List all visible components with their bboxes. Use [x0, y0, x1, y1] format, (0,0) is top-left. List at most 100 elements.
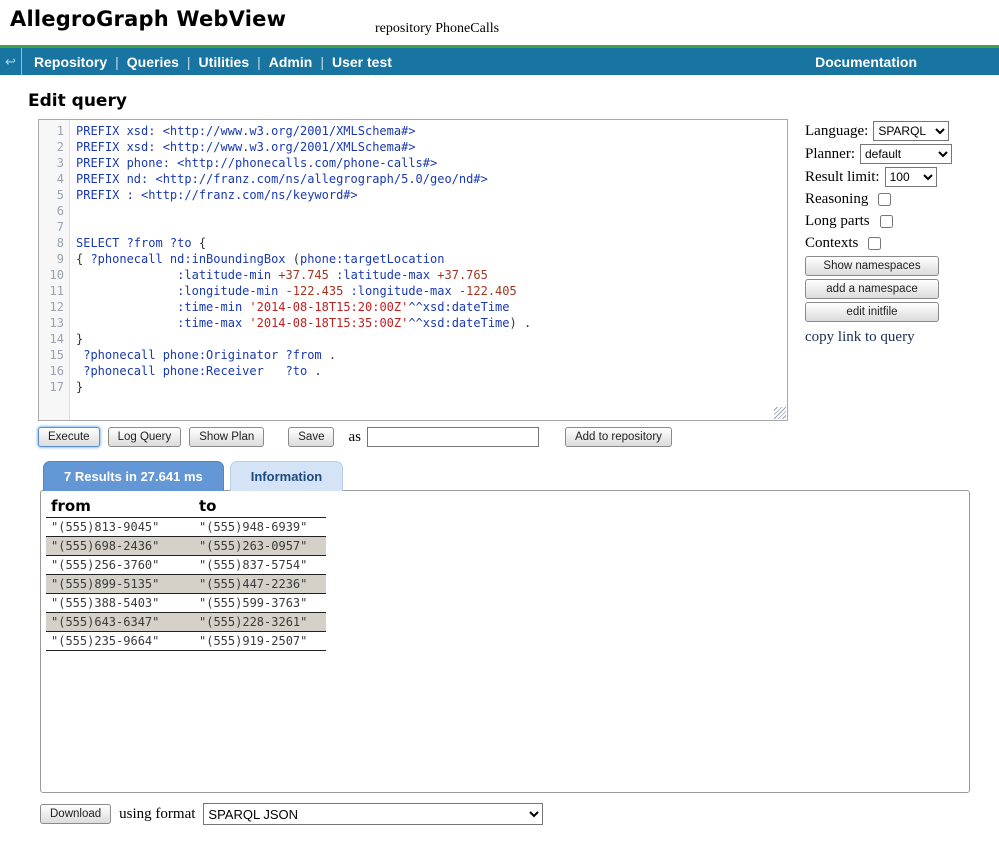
code-line: [76, 219, 787, 235]
query-actions: Execute Log Query Show Plan Save as Add …: [38, 427, 999, 447]
result-cell: "(555)643-6347": [46, 613, 194, 632]
column-header-from: from: [46, 496, 194, 518]
code-line: PREFIX : <http://franz.com/ns/keyword#>: [76, 187, 787, 203]
result-cell: "(555)813-9045": [46, 518, 194, 537]
line-number: 12: [39, 299, 64, 315]
line-number: 17: [39, 379, 64, 395]
query-workspace: 1234567891011121314151617 PREFIX xsd: <h…: [38, 119, 999, 421]
result-cell: "(555)899-5135": [46, 575, 194, 594]
add-to-repository-button[interactable]: Add to repository: [565, 427, 672, 447]
editor-resize-handle[interactable]: [774, 407, 786, 419]
language-label: Language:: [805, 123, 868, 140]
line-number: 14: [39, 331, 64, 347]
line-number: 1: [39, 123, 64, 139]
line-number: 11: [39, 283, 64, 299]
code-token: ^^xsd:dateTime: [408, 300, 509, 314]
code-line: }: [76, 379, 787, 395]
code-token: }: [76, 332, 83, 346]
language-select[interactable]: SPARQL: [873, 121, 949, 141]
edit-initfile-button[interactable]: edit initfile: [805, 302, 939, 322]
line-number: 10: [39, 267, 64, 283]
checkbox-long-parts[interactable]: [880, 215, 893, 228]
nav-item-documentation[interactable]: Documentation: [807, 54, 925, 70]
nav-item-utilities[interactable]: Utilities: [191, 54, 258, 70]
execute-button[interactable]: Execute: [38, 427, 100, 447]
show-plan-button[interactable]: Show Plan: [189, 427, 264, 447]
code-token: -122.405: [459, 284, 517, 298]
result-cell: "(555)256-3760": [46, 556, 194, 575]
nav-item-admin[interactable]: Admin: [261, 54, 321, 70]
results-table: fromto "(555)813-9045""(555)948-6939""(5…: [46, 496, 326, 651]
main-nav: ↩ Repository|Queries|Utilities|Admin|Use…: [0, 48, 999, 75]
result-cell: "(555)228-3261": [194, 613, 326, 632]
checkbox-contexts[interactable]: [868, 237, 881, 250]
line-number: 16: [39, 363, 64, 379]
code-line: :time-min '2014-08-18T15:20:00Z'^^xsd:da…: [76, 299, 787, 315]
code-line: [76, 203, 787, 219]
planner-select[interactable]: default: [860, 144, 952, 164]
code-token: phone:targetLocation: [300, 252, 445, 266]
option-contexts: Contexts: [805, 234, 981, 253]
code-token: (: [293, 252, 300, 266]
result-row: "(555)698-2436""(555)263-0957": [46, 537, 326, 556]
code-token: :latitude-max: [329, 268, 437, 282]
download-button[interactable]: Download: [40, 804, 111, 824]
format-select[interactable]: SPARQL JSON: [203, 803, 543, 825]
result-row: "(555)813-9045""(555)948-6939": [46, 518, 326, 537]
repository-name: PhoneCalls: [435, 21, 499, 36]
code-token: +37.765: [437, 268, 488, 282]
nav-item-repository[interactable]: Repository: [26, 54, 115, 70]
result-cell: "(555)919-2507": [194, 632, 326, 651]
column-header-to: to: [194, 496, 326, 518]
tab-information[interactable]: Information: [230, 461, 344, 491]
results-header-row: fromto: [46, 496, 326, 518]
copy-link-to-query[interactable]: copy link to query: [805, 329, 981, 346]
save-as-label: as: [348, 429, 361, 446]
code-token: ) .: [510, 316, 532, 330]
code-token: ?phonecall phone:Originator ?from: [83, 348, 329, 362]
nav-item-queries[interactable]: Queries: [119, 54, 187, 70]
code-token: ^^xsd:dateTime: [408, 316, 509, 330]
option-label: Long parts: [805, 213, 870, 230]
code-line: PREFIX phone: <http://phonecalls.com/pho…: [76, 155, 787, 171]
code-line: }: [76, 331, 787, 347]
back-arrow-icon[interactable]: ↩: [0, 48, 22, 75]
results-body: "(555)813-9045""(555)948-6939""(555)698-…: [46, 518, 326, 651]
add-a-namespace-button[interactable]: add a namespace: [805, 279, 939, 299]
checkbox-reasoning[interactable]: [878, 193, 891, 206]
result-limit-select[interactable]: 100: [885, 167, 937, 187]
log-query-button[interactable]: Log Query: [108, 427, 182, 447]
result-cell: "(555)235-9664": [46, 632, 194, 651]
result-cell: "(555)698-2436": [46, 537, 194, 556]
option-label: Reasoning: [805, 191, 868, 208]
result-limit-row: Result limit: 100: [805, 167, 981, 187]
show-namespaces-button[interactable]: Show namespaces: [805, 256, 939, 276]
save-name-input[interactable]: [367, 427, 539, 447]
nav-item-user-test[interactable]: User test: [324, 54, 400, 70]
code-line: PREFIX xsd: <http://www.w3.org/2001/XMLS…: [76, 123, 787, 139]
code-line: :latitude-min +37.745 :latitude-max +37.…: [76, 267, 787, 283]
result-cell: "(555)388-5403": [46, 594, 194, 613]
repository-label: repository: [375, 21, 432, 36]
app-title: AllegroGraph WebView: [10, 7, 286, 31]
code-token: '2014-08-18T15:20:00Z': [249, 300, 408, 314]
code-token: PREFIX xsd: <http://www.w3.org/2001/XMLS…: [76, 124, 416, 138]
code-token: [76, 316, 177, 330]
save-button[interactable]: Save: [288, 427, 334, 447]
code-token: '2014-08-18T15:35:00Z': [249, 316, 408, 330]
repository-indicator: repository PhoneCalls: [375, 21, 499, 37]
line-number: 7: [39, 219, 64, 235]
tab-7-results-in-27-641-ms[interactable]: 7 Results in 27.641 ms: [43, 461, 224, 491]
line-number: 2: [39, 139, 64, 155]
code-token: {: [76, 252, 90, 266]
code-token: [76, 284, 177, 298]
editor-code[interactable]: PREFIX xsd: <http://www.w3.org/2001/XMLS…: [70, 120, 787, 420]
planner-row: Planner: default: [805, 144, 981, 164]
option-label: Contexts: [805, 235, 858, 252]
line-number: 5: [39, 187, 64, 203]
line-number: 3: [39, 155, 64, 171]
code-line: PREFIX xsd: <http://www.w3.org/2001/XMLS…: [76, 139, 787, 155]
code-token: PREFIX : <http://franz.com/ns/keyword#>: [76, 188, 358, 202]
namespace-buttons: Show namespaces add a namespace edit initf…: [805, 256, 981, 322]
query-editor[interactable]: 1234567891011121314151617 PREFIX xsd: <h…: [38, 119, 788, 421]
